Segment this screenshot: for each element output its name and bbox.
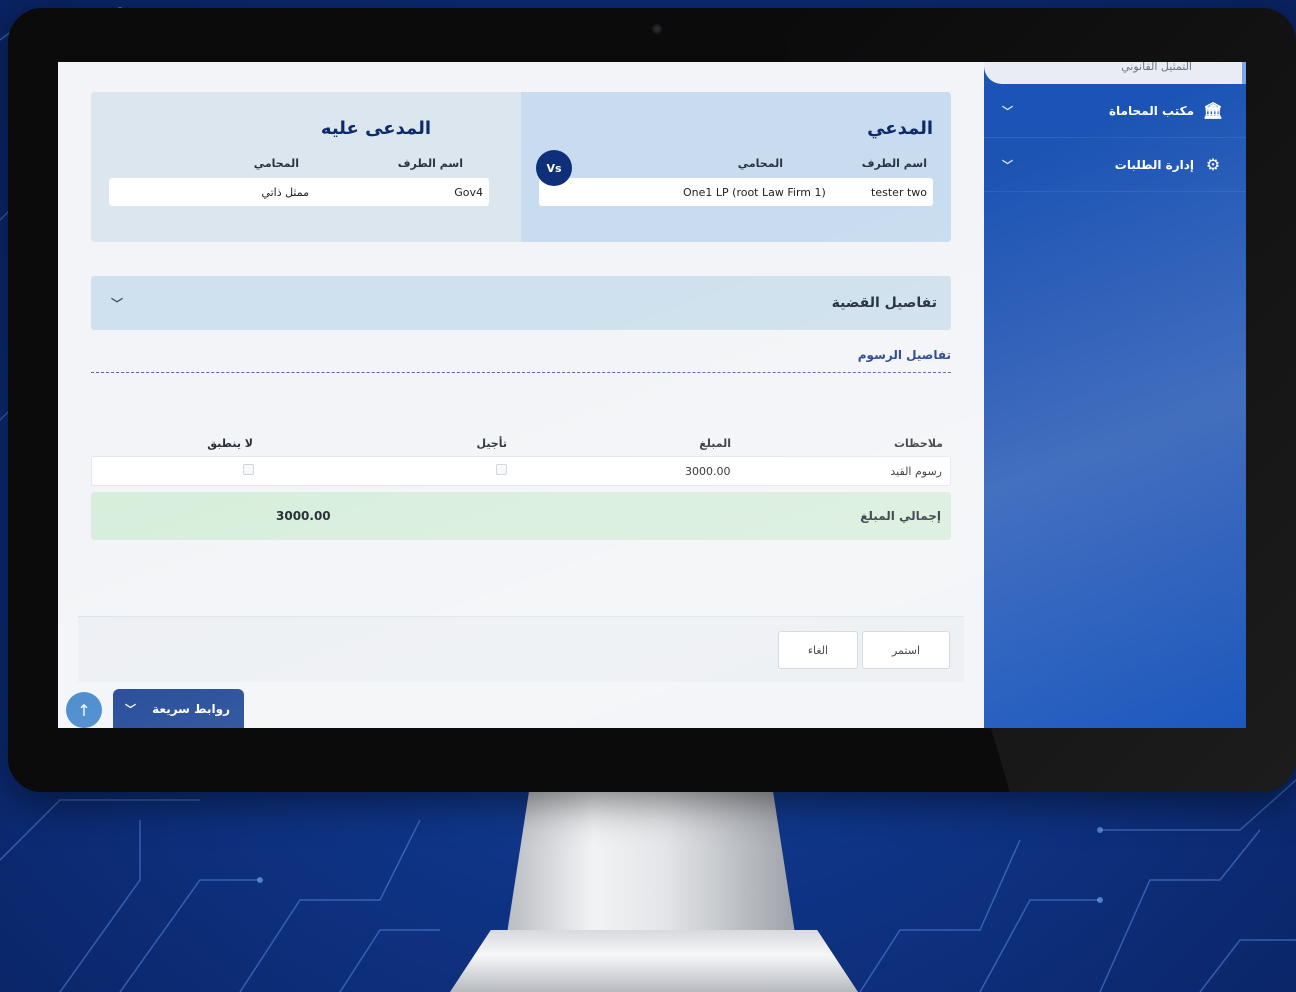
chevron-down-icon: ﹀ — [1002, 104, 1013, 118]
sidebar-item-requests[interactable]: ⚙ إدارة الطلبات ﹀ — [984, 138, 1246, 192]
case-details-label: تفاصيل القضية — [831, 295, 937, 311]
plaintiff-info-field: tester two One1 LP (root Law Firm 1) — [539, 178, 933, 206]
chevron-down-icon: ﹀ — [125, 703, 136, 716]
quick-links-button[interactable]: روابط سريعة ﹀ — [113, 689, 244, 728]
monitor-stand — [506, 790, 796, 940]
plaintiff-lawyer-label: المحامي — [737, 157, 783, 170]
defer-checkbox[interactable] — [496, 464, 508, 475]
fees-section-title: تفاصيل الرسوم — [857, 348, 951, 362]
column-header-notes: ملاحظات — [894, 436, 943, 450]
plaintiff-title: المدعي — [867, 118, 933, 139]
vs-badge: Vs — [536, 150, 572, 186]
defendant-title: المدعى عليه — [320, 118, 431, 139]
table-row: رسوم القيد 3000.00 — [91, 456, 951, 486]
main-content: المدعي اسم الطرف المحامي tester two One1… — [58, 62, 984, 728]
defendant-lawyer-label: المحامي — [253, 157, 299, 170]
gears-icon: ⚙ — [1205, 155, 1221, 174]
table-header: ملاحظات المبلغ تأجيل لا ينطبق — [91, 430, 951, 456]
total-row: إجمالي المبلغ 3000.00 — [91, 492, 951, 540]
monitor-stand-base — [450, 930, 858, 992]
building-icon: 🏛 — [1202, 101, 1224, 120]
defer-cell — [302, 464, 517, 478]
chevron-down-icon: ﹀ — [1002, 158, 1013, 172]
screen: التمثيل القانوني 🏛 مكتب المحاماة ﹀ ⚙ إدا… — [58, 62, 1246, 728]
fees-table: ملاحظات المبلغ تأجيل لا ينطبق رسوم القيد… — [91, 430, 951, 540]
fee-notes: رسوم القيد — [890, 464, 942, 478]
defendant-party-name: Gov4 — [454, 185, 483, 199]
sidebar-item-label: إدارة الطلبات — [1114, 157, 1194, 172]
actions-bar: استمر الغاء — [78, 616, 964, 682]
case-details-accordion[interactable]: تفاصيل القضية ﹀ — [91, 276, 951, 330]
parties-panel: المدعي اسم الطرف المحامي tester two One1… — [91, 92, 951, 242]
total-label: إجمالي المبلغ — [860, 509, 941, 523]
divider — [91, 372, 951, 373]
fee-amount: 3000.00 — [685, 464, 731, 478]
plaintiff-party-name-label: اسم الطرف — [861, 157, 927, 170]
not-applicable-checkbox[interactable] — [242, 464, 254, 475]
total-value: 3000.00 — [276, 509, 331, 523]
chevron-down-icon: ﹀ — [111, 296, 124, 311]
sidebar-item-law-office[interactable]: 🏛 مكتب المحاماة ﹀ — [984, 84, 1246, 138]
plaintiff-lawyer: One1 LP (root Law Firm 1) — [683, 185, 826, 199]
arrow-up-icon: ↑ — [77, 700, 91, 720]
sidebar-item-label: التمثيل القانوني — [1121, 62, 1192, 73]
defendant-panel: المدعى عليه اسم الطرف المحامي Gov4 ممثل … — [91, 92, 521, 242]
sidebar-item-legal-representation[interactable]: التمثيل القانوني — [984, 62, 1246, 84]
defendant-info-field: Gov4 ممثل ذاتي — [109, 178, 489, 206]
cancel-button[interactable]: الغاء — [778, 631, 858, 669]
column-header-amount: المبلغ — [699, 436, 731, 450]
column-header-defer: تأجيل — [476, 436, 508, 450]
sidebar: التمثيل القانوني 🏛 مكتب المحاماة ﹀ ⚙ إدا… — [984, 62, 1246, 728]
continue-button[interactable]: استمر — [862, 631, 950, 669]
camera-icon — [652, 24, 662, 34]
scroll-top-button[interactable]: ↑ — [66, 692, 102, 728]
defendant-party-name-label: اسم الطرف — [397, 157, 463, 170]
sidebar-item-label: مكتب المحاماة — [1108, 103, 1194, 118]
defendant-lawyer: ممثل ذاتي — [261, 185, 309, 199]
plaintiff-panel: المدعي اسم الطرف المحامي tester two One1… — [521, 92, 951, 242]
not-applicable-cell — [92, 464, 302, 478]
column-header-not-applicable: لا ينطبق — [207, 436, 253, 450]
quick-links-label: روابط سريعة — [152, 702, 230, 716]
